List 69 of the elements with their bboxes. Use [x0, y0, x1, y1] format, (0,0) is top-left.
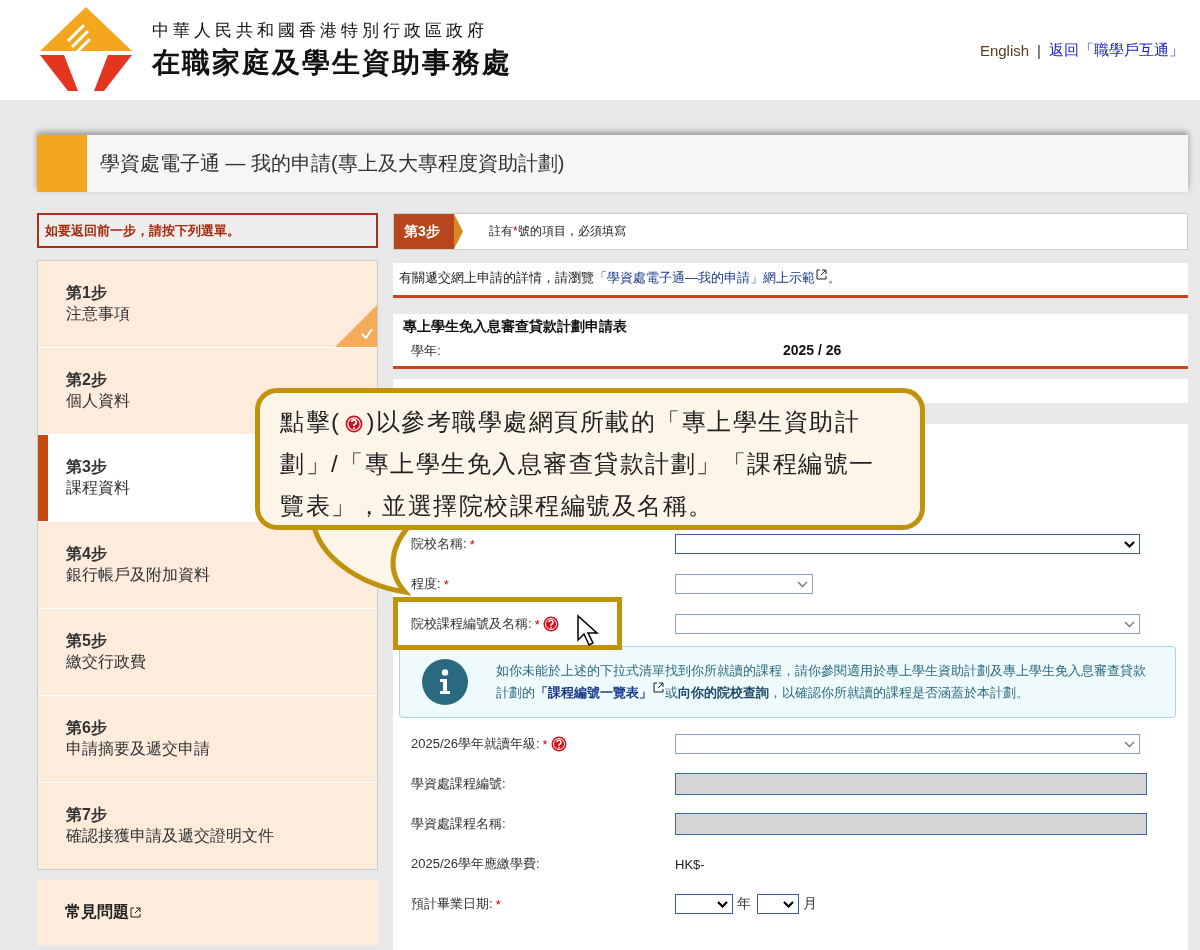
- required-note: 註有*號的項目，必須填寫: [489, 223, 626, 240]
- field-label: 院校課程編號及名稱:: [411, 615, 532, 633]
- select-field[interactable]: [675, 614, 1140, 634]
- step-number: 第2步: [66, 370, 107, 390]
- select-field[interactable]: [675, 574, 813, 594]
- portal-link[interactable]: 返回「職學戶互通」: [1049, 40, 1184, 60]
- link-separator: |: [1037, 41, 1041, 59]
- course-list-link[interactable]: 「課程編號一覽表」: [535, 685, 652, 700]
- demo-link[interactable]: 「學資處電子通—我的申請」網上示範: [594, 270, 815, 285]
- chevron-icon: [717, 900, 728, 908]
- language-link[interactable]: English: [979, 41, 1030, 59]
- required-mark: *: [443, 576, 449, 592]
- government-name: 中華人民共和國香港特別行政區政府: [152, 19, 489, 42]
- guide-text: 有關遞交網上申請的詳情，請瀏覽「學資處電子通—我的申請」網上示範 。: [393, 263, 1188, 298]
- required-mark: *: [495, 896, 501, 912]
- cursor-icon: [576, 614, 600, 648]
- step-number: 第1步: [66, 283, 107, 303]
- step-number: 第3步: [66, 457, 107, 477]
- external-link-icon: [130, 907, 141, 918]
- step-title: 個人資料: [66, 391, 130, 411]
- required-mark: *: [542, 736, 548, 752]
- step-number: 第7步: [66, 805, 107, 825]
- info-text: 如你未能於上述的下拉式清單找到你所就讀的課程，請你參閱適用於專上學生資助計劃及專上學生免入息審查貸款計劃的「課程編號一覽表」 或向你的院校查詢，以確認你所就讀的課程是否涵蓋於本計劃。: [496, 662, 1147, 702]
- field-label: 學資處課程編號:: [411, 775, 506, 793]
- help-icon[interactable]: [550, 736, 567, 752]
- form-title: 專上學生免入息審查貸款計劃申請表: [403, 318, 628, 336]
- external-link-icon: [816, 269, 827, 280]
- help-icon[interactable]: [542, 616, 559, 632]
- step-badge: 第3步: [394, 214, 463, 249]
- step-number: 第6步: [66, 718, 107, 738]
- chevron-icon: [797, 580, 808, 588]
- field-label: 院校名稱:: [411, 535, 467, 553]
- date-unit: 月: [803, 895, 817, 913]
- chevron-icon: [1124, 540, 1135, 548]
- required-mark: *: [469, 536, 475, 552]
- field-label: 2025/26學年就讀年級:: [411, 735, 540, 753]
- field-value: HK$-: [675, 856, 706, 872]
- field-label: 程度:: [411, 575, 441, 593]
- field-label: 學資處課程名稱:: [411, 815, 506, 833]
- date-unit: 年: [737, 895, 751, 913]
- field-label: 預計畢業日期:: [411, 895, 493, 913]
- chevron-icon: [1124, 740, 1135, 748]
- required-mark: *: [534, 616, 540, 632]
- step-number: 第5步: [66, 631, 107, 651]
- step-title: 注意事項: [66, 304, 130, 324]
- agency-name: 在職家庭及學生資助事務處: [152, 45, 512, 80]
- help-icon[interactable]: [344, 414, 363, 433]
- page-title: 學資處電子通 — 我的申請(專上及大專程度資助計劃): [100, 151, 565, 176]
- year-value: 2025 / 26: [783, 342, 843, 360]
- step-title: 繳交行政費: [66, 652, 146, 672]
- step-title: 確認接獲申請及遞交證明文件: [66, 826, 274, 846]
- step-title: 申請摘要及遞交申請: [66, 739, 210, 759]
- external-link-icon: [653, 682, 664, 693]
- select-field[interactable]: [757, 894, 799, 914]
- sidebar-notice: 如要返回前一步，請按下列選單。: [37, 213, 378, 248]
- step-number: 第4步: [66, 544, 107, 564]
- step-title: 課程資料: [66, 478, 130, 498]
- title-accent: [37, 135, 87, 192]
- select-field[interactable]: [675, 894, 733, 914]
- chevron-icon: [783, 900, 794, 908]
- chevron-icon: [1124, 620, 1135, 628]
- step-title: 銀行帳戶及附加資料: [66, 565, 210, 585]
- field-label: 2025/26學年應繳學費:: [411, 855, 540, 873]
- faq-link[interactable]: 常見問題: [37, 880, 378, 945]
- year-label: 學年:: [411, 342, 442, 360]
- select-field[interactable]: [675, 534, 1140, 554]
- select-field[interactable]: [675, 734, 1140, 754]
- logo-icon: [38, 7, 134, 93]
- info-icon: [422, 659, 468, 705]
